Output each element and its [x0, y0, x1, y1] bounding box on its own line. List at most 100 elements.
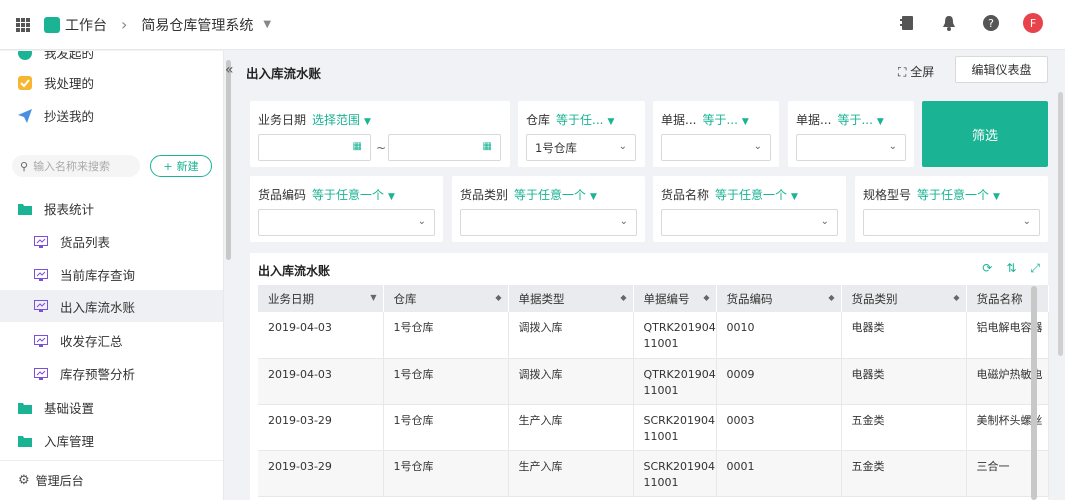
sidebar: 我发起的 我处理的 抄送我的 ⚲ 输入名称来搜索 + 新建 报表统计 货品列表 …: [0, 51, 224, 500]
expand-icon[interactable]: ⤢: [1030, 261, 1040, 276]
expand-icon: ⛶: [898, 65, 907, 79]
table-row[interactable]: 2019-03-29 1号仓库 生产入库 SCRK201904 11001 000…: [258, 450, 1049, 497]
warehouse-value: 1号仓库: [535, 140, 577, 155]
table-row[interactable]: 2019-03-29 1号仓库 生产入库 SCRK201904 11001 000…: [258, 404, 1049, 451]
sort-icon[interactable]: ◆: [620, 293, 626, 302]
ledger-table-card: 出入库流水账 ⟳ ⇅ ⤢ 业务日期 ▼ 仓库 ◆ 单据类型 ◆ 单据编号 ◆ 货品编码 ◆…: [250, 253, 1049, 500]
cell-date: 2019-04-03: [258, 312, 384, 359]
user-avatar[interactable]: F: [1023, 13, 1043, 33]
date-range-tilde: ~: [376, 141, 387, 155]
cell-category: 电器类: [841, 358, 967, 405]
table-row[interactable]: 2019-04-03 1号仓库 调拨入库 QTRK201904 11001 000…: [258, 358, 1049, 405]
cell-bill-no: QTRK201904 11001: [633, 358, 717, 405]
column-header[interactable]: 单据类型 ◆: [508, 285, 634, 312]
apps-grid-icon[interactable]: [16, 17, 30, 32]
workbench-logo-icon: [44, 16, 60, 33]
filter-operator[interactable]: 等于... ▼: [702, 113, 748, 127]
bell-icon[interactable]: [939, 13, 959, 33]
column-header[interactable]: 货品类别 ◆: [841, 285, 967, 312]
cell-code: 0009: [716, 358, 842, 405]
cell-date: 2019-03-29: [258, 450, 384, 497]
sidebar-item-stock-query[interactable]: 当前库存查询: [34, 265, 135, 284]
chevron-down-icon: ⌄: [888, 141, 897, 152]
column-header[interactable]: 单据编号 ◆: [633, 285, 717, 312]
filter-operator[interactable]: 等于任意一个 ▼: [715, 188, 798, 202]
workbench-link[interactable]: 工作台: [65, 15, 107, 35]
filter-operator[interactable]: 等于任意一个 ▼: [917, 188, 1000, 202]
send-icon: [18, 108, 32, 123]
goods-code-select[interactable]: ⌄: [258, 209, 435, 236]
column-header[interactable]: 仓库 ◆: [383, 285, 509, 312]
chevron-down-icon: ⌄: [417, 216, 426, 227]
sort-icon[interactable]: ◆: [828, 293, 834, 302]
svg-text:?: ?: [988, 17, 994, 30]
column-header[interactable]: 业务日期 ▼: [258, 285, 384, 312]
date-start-input[interactable]: ▦: [258, 134, 371, 161]
sidebar-item-label: 我处理的: [44, 76, 95, 91]
sort-icon[interactable]: ⇅: [1006, 261, 1016, 276]
table-row[interactable]: 2019-04-03 1号仓库 调拨入库 QTRK201904 11001 001…: [258, 312, 1049, 359]
filter-label: 货品名称: [661, 188, 710, 202]
refresh-icon[interactable]: ⟳: [982, 261, 992, 276]
sidebar-item-label: 当前库存查询: [60, 268, 136, 283]
help-icon[interactable]: ?: [981, 13, 1001, 33]
sidebar-group-inbound[interactable]: 入库管理: [18, 431, 94, 450]
table-scrollbar[interactable]: [1031, 286, 1037, 500]
cell-date: 2019-03-29: [258, 404, 384, 451]
filter-operator[interactable]: 选择范围 ▼: [312, 113, 371, 127]
goods-name-select[interactable]: ⌄: [661, 209, 838, 236]
app-switch-caret-icon[interactable]: ▼: [263, 19, 271, 30]
notebook-icon[interactable]: [897, 13, 917, 33]
sidebar-item-label: 收发存汇总: [60, 334, 123, 349]
new-button-label: 新建: [176, 160, 199, 173]
bill-type-select[interactable]: ⌄: [796, 134, 906, 161]
table-title: 出入库流水账: [258, 264, 331, 278]
report-icon: [34, 367, 48, 381]
breadcrumb-separator-icon: ›: [121, 15, 128, 34]
sidebar-admin[interactable]: ⚙ 管理后台: [0, 460, 223, 500]
sidebar-search-input[interactable]: ⚲ 输入名称来搜索: [12, 155, 140, 177]
folder-icon: [18, 202, 32, 216]
warehouse-select[interactable]: 1号仓库 ⌄: [526, 134, 636, 161]
cell-category: 五金类: [841, 450, 967, 497]
bill-no-select[interactable]: ⌄: [661, 134, 771, 161]
sidebar-item-flow-ledger[interactable]: 出入库流水账: [0, 290, 223, 322]
app-name[interactable]: 简易仓库管理系统: [141, 15, 253, 35]
sidebar-item-goods-list[interactable]: 货品列表: [34, 232, 110, 251]
sidebar-item-handled[interactable]: 我处理的: [18, 73, 94, 92]
collapse-sidebar-icon[interactable]: «: [225, 62, 234, 78]
sort-icon[interactable]: ◆: [495, 293, 501, 302]
sidebar-item-label: 货品列表: [60, 235, 111, 250]
new-button[interactable]: + 新建: [150, 155, 212, 177]
sidebar-item-initiated[interactable]: 我发起的: [18, 51, 94, 62]
date-end-input[interactable]: ▦: [388, 134, 501, 161]
filter-operator[interactable]: 等于... ▼: [837, 113, 883, 127]
filter-operator[interactable]: 等于任意一个 ▼: [514, 188, 597, 202]
sort-icon[interactable]: ◆: [953, 293, 959, 302]
cell-bill-no: QTRK201904 11001: [633, 312, 717, 359]
spec-select[interactable]: ⌄: [863, 209, 1040, 236]
sidebar-item-stock-alert[interactable]: 库存预警分析: [34, 364, 135, 383]
sidebar-item-summary[interactable]: 收发存汇总: [34, 331, 123, 350]
filter-button[interactable]: 筛选: [922, 101, 1048, 167]
cell-bill-no: SCRK201904 11001: [633, 450, 717, 497]
sidebar-group-basic-settings[interactable]: 基础设置: [18, 398, 94, 417]
fullscreen-button[interactable]: ⛶ 全屏: [898, 63, 934, 80]
calendar-icon: ▦: [352, 141, 362, 152]
sort-desc-icon[interactable]: ▼: [370, 293, 376, 302]
filter-spec: 规格型号 等于任意一个 ▼ ⌄: [855, 176, 1048, 242]
goods-category-select[interactable]: ⌄: [460, 209, 637, 236]
sort-icon[interactable]: ◆: [703, 293, 709, 302]
column-header[interactable]: 货品编码 ◆: [716, 285, 842, 312]
sidebar-item-cc[interactable]: 抄送我的: [18, 106, 94, 125]
sidebar-group-reports[interactable]: 报表统计: [18, 199, 94, 218]
edit-dashboard-button[interactable]: 编辑仪表盘: [955, 56, 1048, 83]
gear-icon: ⚙: [18, 473, 30, 488]
filter-operator[interactable]: 等于任... ▼: [556, 113, 614, 127]
sidebar-group-label: 报表统计: [44, 202, 95, 217]
page-scrollbar[interactable]: [1058, 92, 1063, 356]
filter-operator[interactable]: 等于任意一个 ▼: [312, 188, 395, 202]
sidebar-item-label: 出入库流水账: [60, 299, 136, 315]
filter-label: 仓库: [526, 113, 551, 127]
sidebar-scrollbar[interactable]: [226, 60, 231, 260]
